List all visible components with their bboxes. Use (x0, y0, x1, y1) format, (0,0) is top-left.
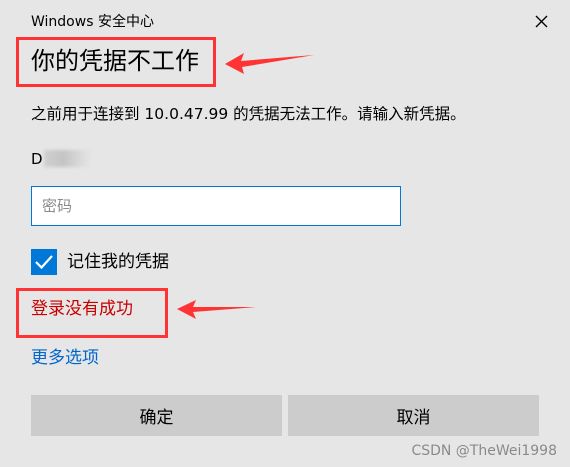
credential-dialog: Windows 安全中心 你的凭据不工作 之前用于连接到 10.0.47.99 … (0, 0, 570, 467)
watermark: CSDN @TheWei1998 (411, 443, 557, 459)
remember-label[interactable]: 记住我的凭据 (67, 250, 169, 274)
annotation-box-error (16, 288, 168, 338)
more-options-link[interactable]: 更多选项 (31, 346, 99, 370)
close-button[interactable] (528, 8, 554, 34)
close-icon (535, 15, 548, 28)
checkmark-icon (35, 255, 53, 270)
annotation-arrow-title (225, 53, 314, 74)
annotation-box-title (16, 37, 216, 87)
cancel-button[interactable]: 取消 (288, 395, 539, 436)
description-text: 之前用于连接到 10.0.47.99 的凭据无法工作。请输入新凭据。 (31, 105, 466, 123)
window-title: Windows 安全中心 (31, 14, 154, 30)
username-redaction (44, 150, 92, 167)
password-field[interactable] (31, 186, 401, 226)
remember-checkbox[interactable] (31, 249, 57, 275)
username-label: D (31, 150, 43, 168)
annotation-arrow-error (177, 300, 256, 319)
ok-button[interactable]: 确定 (31, 395, 282, 436)
